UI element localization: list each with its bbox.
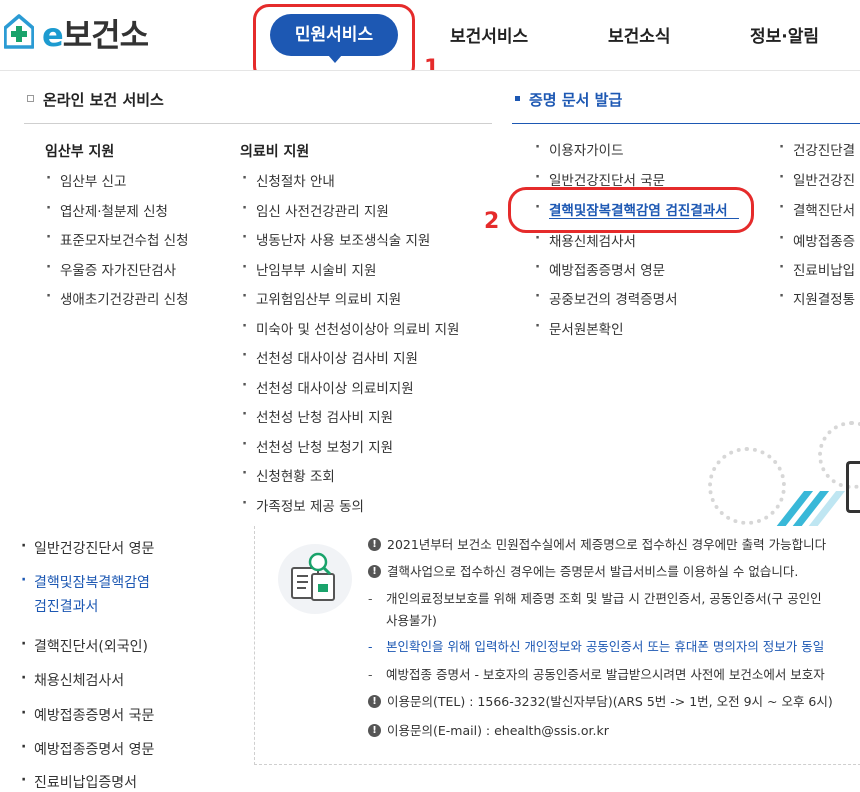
menu-item[interactable]: 생애초기건강관리 신청 (46, 288, 188, 308)
notice-line: 사용불가) (386, 610, 437, 629)
nav-health-service[interactable]: 보건서비스 (450, 22, 528, 47)
dash-bullet: - (368, 639, 373, 654)
menu-item[interactable]: 지원결정통 (779, 288, 855, 308)
sidebar-item[interactable]: 예방접종증명서 국문 (21, 705, 154, 725)
sidebar-item[interactable]: 진료비납입증명서 (21, 772, 137, 792)
square-bullet-icon (515, 96, 520, 101)
menu-item[interactable]: 선천성 난청 보청기 지원 (242, 436, 393, 456)
logo-house-icon[interactable] (3, 14, 35, 50)
menu-item[interactable]: 가족정보 제공 동의 (242, 495, 364, 515)
dash-bullet: - (368, 591, 373, 606)
page-content: 일반건강진단서 영문 결핵및잠복결핵감염검진결과서 결핵진단서(외국인) 채용신… (0, 526, 860, 791)
menu-item[interactable]: 임신 사전건강관리 지원 (242, 200, 389, 220)
document-search-icon (278, 544, 352, 614)
menu-item[interactable]: 엽산제·철분제 신청 (46, 200, 168, 220)
menu-item[interactable]: 결핵진단서 (779, 199, 855, 219)
notice-text: 이용문의(E-mail) : ehealth@ssis.or.kr (387, 723, 609, 738)
sidebar-item[interactable]: 일반건강진단서 영문 (21, 538, 154, 558)
menu-item[interactable]: 선천성 대사이상 검사비 지원 (242, 347, 418, 367)
section-title-text: 온라인 보건 서비스 (43, 91, 164, 109)
menu-item[interactable]: 고위험임산부 의료비 지원 (242, 288, 401, 308)
menu-item[interactable]: 난임부부 시술비 지원 (242, 259, 376, 279)
sidebar-item-label: 결핵및잠복결핵감염 (34, 575, 150, 591)
column-title-pregnancy: 임산부 지원 (45, 144, 115, 160)
decorative-dotted-circle (708, 447, 786, 525)
notice-line: ! 2021년부터 보건소 민원접수실에서 제증명으로 접수하신 경우에만 출력 … (368, 534, 826, 553)
notice-line: ! 결핵사업으로 접수하신 경우에는 증명문서 발급서비스를 이용하실 수 없습니… (368, 561, 798, 580)
section-title-online-health: 온라인 보건 서비스 (27, 89, 164, 110)
section-title-text: 증명 문서 발급 (529, 91, 623, 109)
sidebar-item[interactable]: 결핵진단서(외국인) (21, 636, 148, 656)
menu-item[interactable]: 선천성 난청 검사비 지원 (242, 406, 393, 426)
menu-item[interactable]: 이용자가이드 (535, 139, 623, 159)
notice-text: 사용불가) (386, 613, 437, 628)
menu-item[interactable]: 신청현황 조회 (242, 465, 335, 485)
menu-item[interactable]: 건강진단결 (779, 139, 855, 159)
menu-item[interactable]: 표준모자보건수첩 신청 (46, 229, 188, 249)
site-logo[interactable]: e보건소 (42, 10, 149, 56)
menu-item[interactable]: 진료비납입 (779, 259, 855, 279)
notice-text: 예방접종 증명서 - 보호자의 공동인증서로 발급받으시려면 사전에 보건소에서… (386, 667, 825, 682)
menu-item[interactable]: 일반건강진단서 국문 (535, 169, 665, 189)
nav-health-news[interactable]: 보건소식 (608, 22, 671, 47)
notice-text: 2021년부터 보건소 민원접수실에서 제증명으로 접수하신 경우에만 출력 가… (387, 537, 827, 552)
notice-text: 개인의료정보보호를 위해 제증명 조회 및 발급 시 간편인증서, 공동인증서(… (386, 591, 822, 606)
section-divider (24, 123, 492, 124)
menu-item[interactable]: 공중보건의 경력증명서 (535, 288, 677, 308)
sidebar-item-label: 검진결과서 (34, 599, 99, 615)
notice-line: - 예방접종 증명서 - 보호자의 공동인증서로 발급받으시려면 사전에 보건소에… (368, 664, 825, 683)
dash-bullet: - (368, 667, 373, 682)
logo-e: e (42, 16, 64, 54)
column-title-medical-support: 의료비 지원 (240, 144, 310, 160)
decorative-monitor-icon (846, 461, 860, 513)
info-icon: ! (368, 538, 381, 551)
menu-item[interactable]: 미숙아 및 선천성이상아 의료비 지원 (242, 318, 460, 338)
section-divider-blue (512, 123, 860, 124)
menu-item[interactable]: 예방접종증 (779, 230, 855, 250)
menu-item[interactable]: 문서원본확인 (535, 318, 623, 338)
site-header: e보건소 민원서비스 보건서비스 보건소식 정보·알림 1 (0, 0, 860, 82)
menu-item[interactable]: 예방접종증명서 영문 (535, 259, 665, 279)
menu-item[interactable]: 일반건강진 (779, 169, 855, 189)
menu-item[interactable]: 우울증 자가진단검사 (46, 259, 176, 279)
mega-menu: 온라인 보건 서비스 증명 문서 발급 임산부 지원 임산부 신고 엽산제·철분… (0, 70, 860, 527)
nav-info-notice[interactable]: 정보·알림 (750, 22, 819, 47)
notice-text: 이용문의(TEL) : 1566-3232(발신자부담)(ARS 5번 -> 1… (387, 694, 833, 709)
section-title-certificate: 증명 문서 발급 (515, 89, 622, 110)
sidebar-item[interactable]: 예방접종증명서 영문 (21, 739, 154, 759)
menu-item[interactable]: 선천성 대사이상 의료비지원 (242, 377, 414, 397)
menu-item[interactable]: 임산부 신고 (46, 170, 126, 190)
notice-line: ! 이용문의(TEL) : 1566-3232(발신자부담)(ARS 5번 -> … (368, 691, 833, 710)
notice-line: - 개인의료정보보호를 위해 제증명 조회 및 발급 시 간편인증서, 공동인증서… (368, 588, 822, 607)
menu-item[interactable]: 채용신체검사서 (535, 230, 636, 250)
notice-line: ! 이용문의(E-mail) : ehealth@ssis.or.kr (368, 720, 609, 739)
notice-text: 본인확인을 위해 입력하신 개인정보와 공동인증서 또는 휴대폰 명의자의 정보… (386, 639, 825, 654)
sidebar-item-active[interactable]: 결핵및잠복결핵감염검진결과서 (21, 572, 150, 622)
menu-item[interactable]: 신청절차 안내 (242, 170, 335, 190)
info-icon: ! (368, 724, 381, 737)
square-bullet-icon (27, 95, 34, 102)
info-icon: ! (368, 695, 381, 708)
notice-line-highlight: - 본인확인을 위해 입력하신 개인정보와 공동인증서 또는 휴대폰 명의자의 정… (368, 636, 824, 655)
sidebar-item[interactable]: 채용신체검사서 (21, 670, 124, 690)
menu-item[interactable]: 냉동난자 사용 보조생식술 지원 (242, 229, 430, 249)
annotation-box-2 (508, 187, 754, 233)
notice-text: 결핵사업으로 접수하신 경우에는 증명문서 발급서비스를 이용하실 수 없습니다… (387, 564, 799, 579)
annotation-number-2: 2 (484, 209, 500, 234)
logo-text: 보건소 (62, 16, 149, 54)
info-icon: ! (368, 565, 381, 578)
